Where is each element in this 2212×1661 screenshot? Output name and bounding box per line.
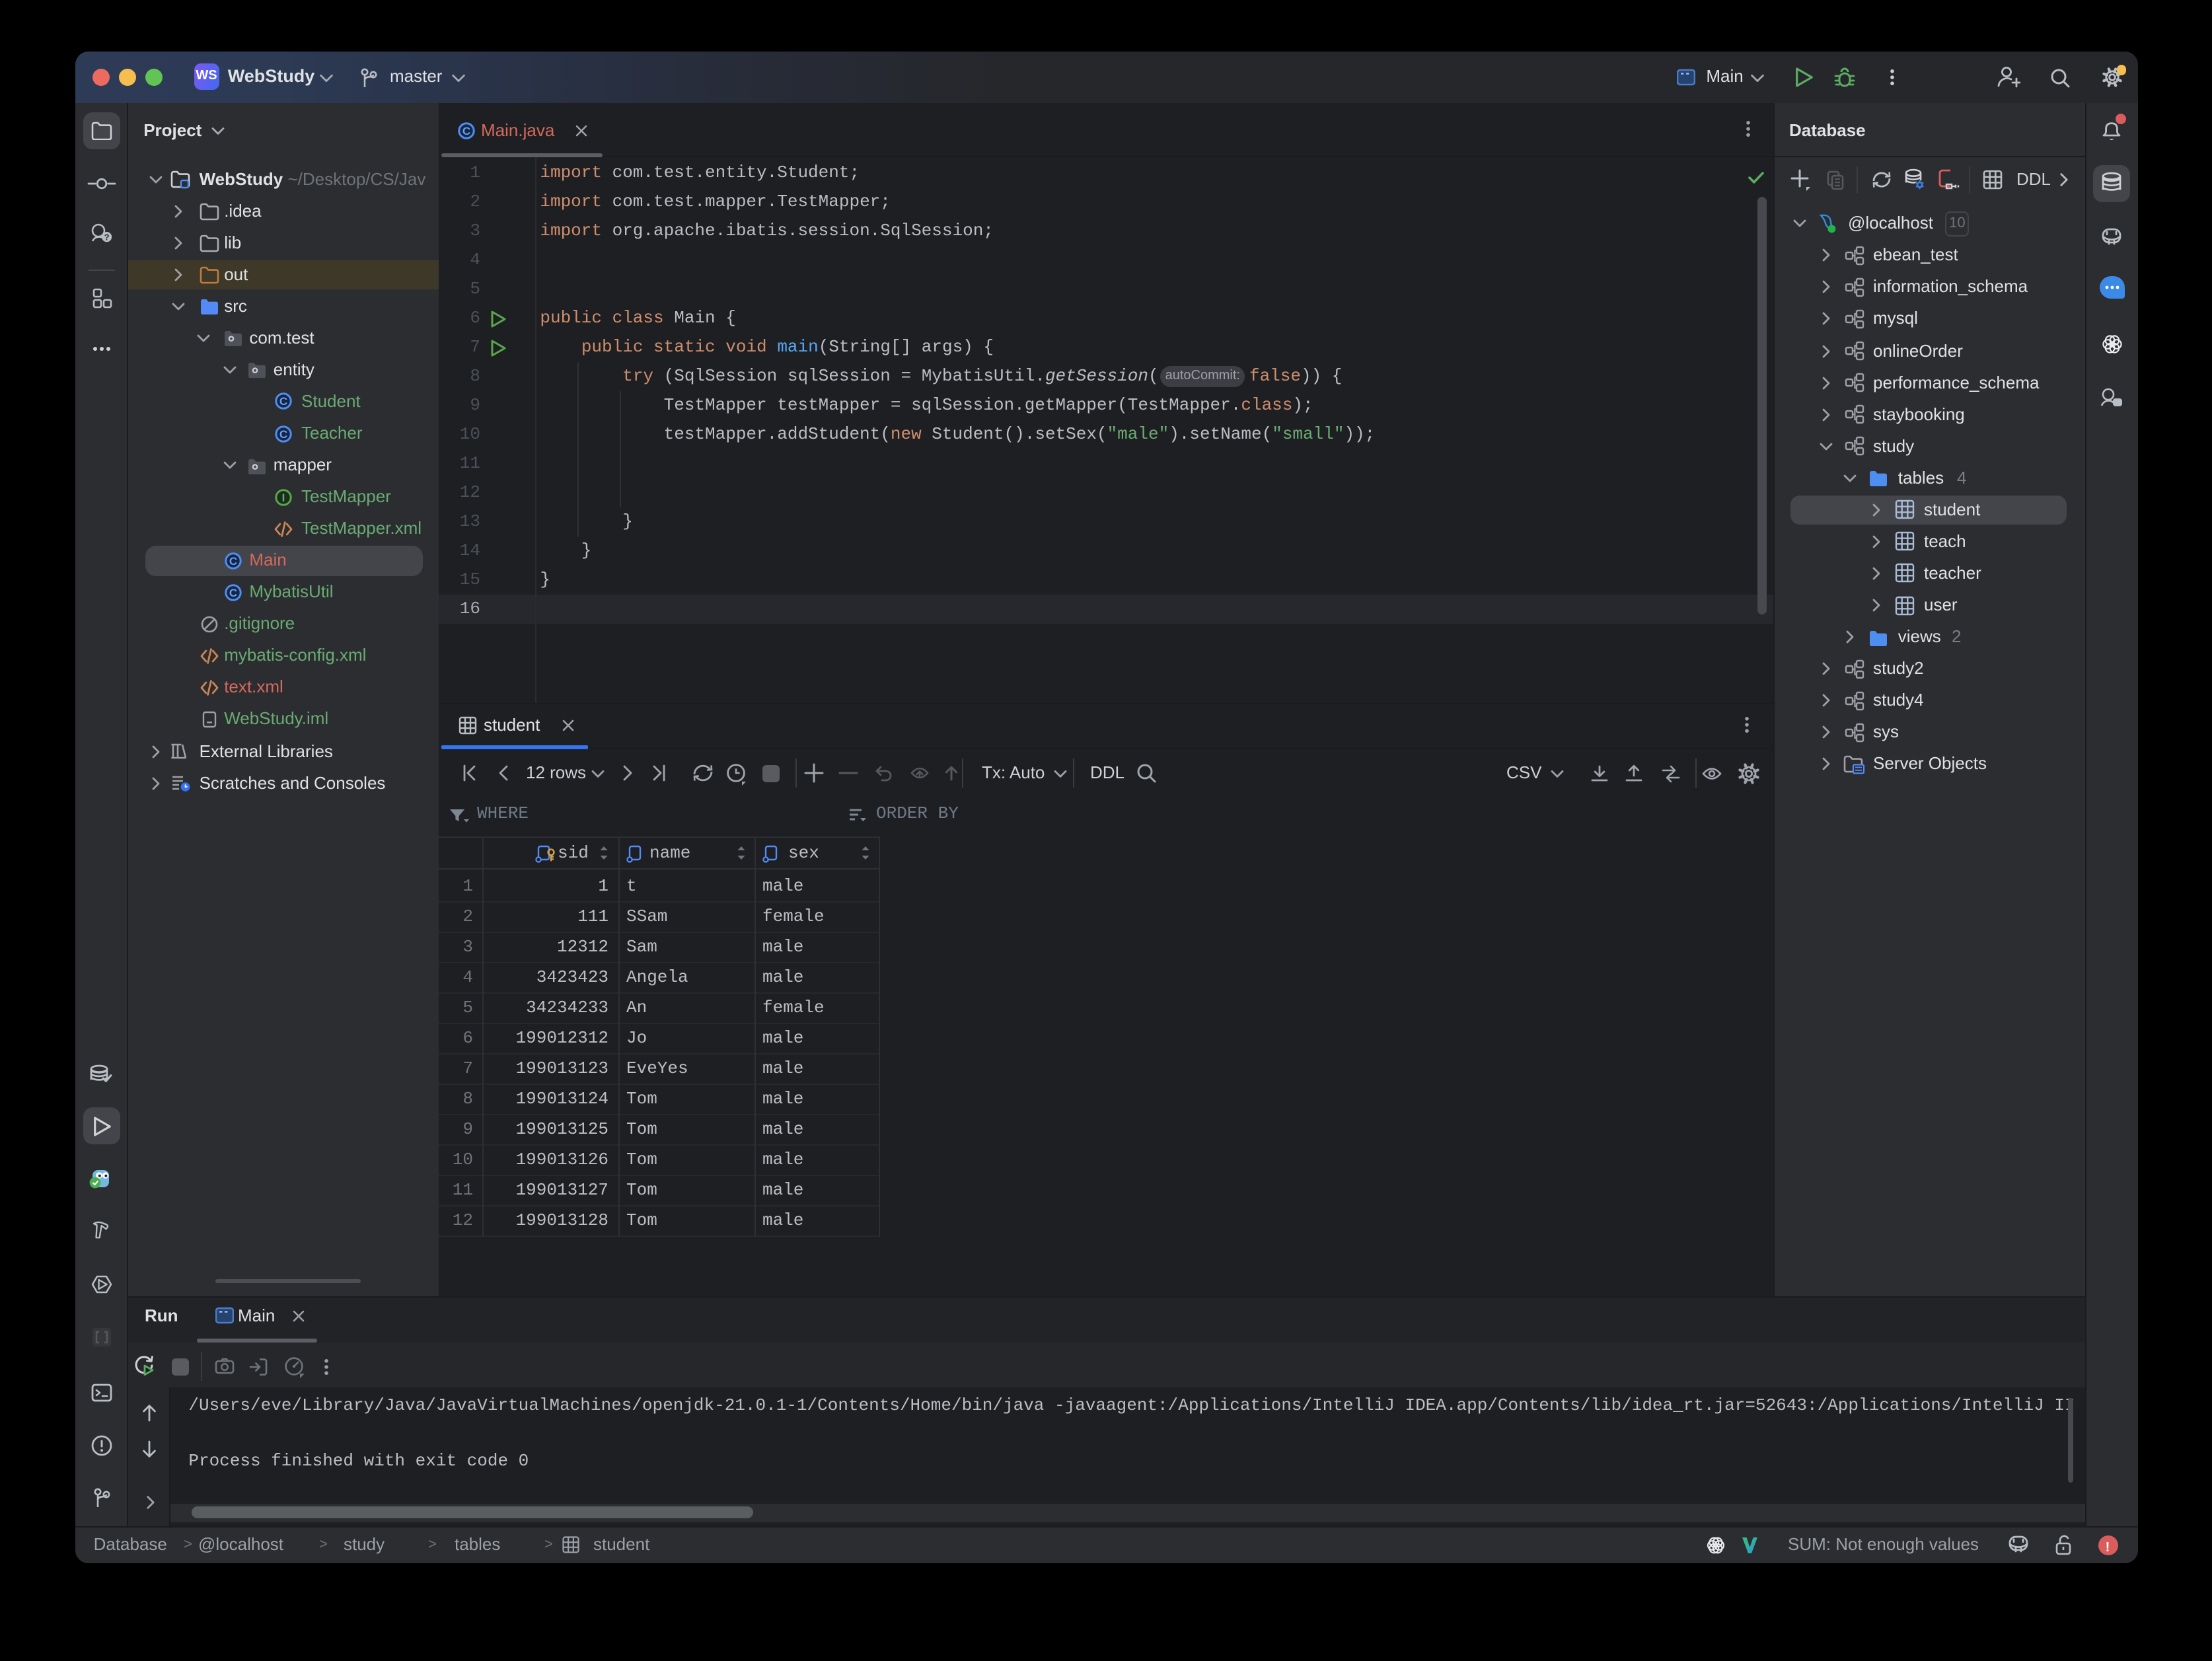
svg-text:C: C [462,125,470,137]
svg-text:C: C [279,427,287,440]
svg-text:C: C [229,554,237,567]
svg-text:I: I [281,491,285,503]
svg-text:C: C [229,587,237,599]
svg-text:?: ? [104,233,109,242]
svg-text:C: C [279,396,287,408]
